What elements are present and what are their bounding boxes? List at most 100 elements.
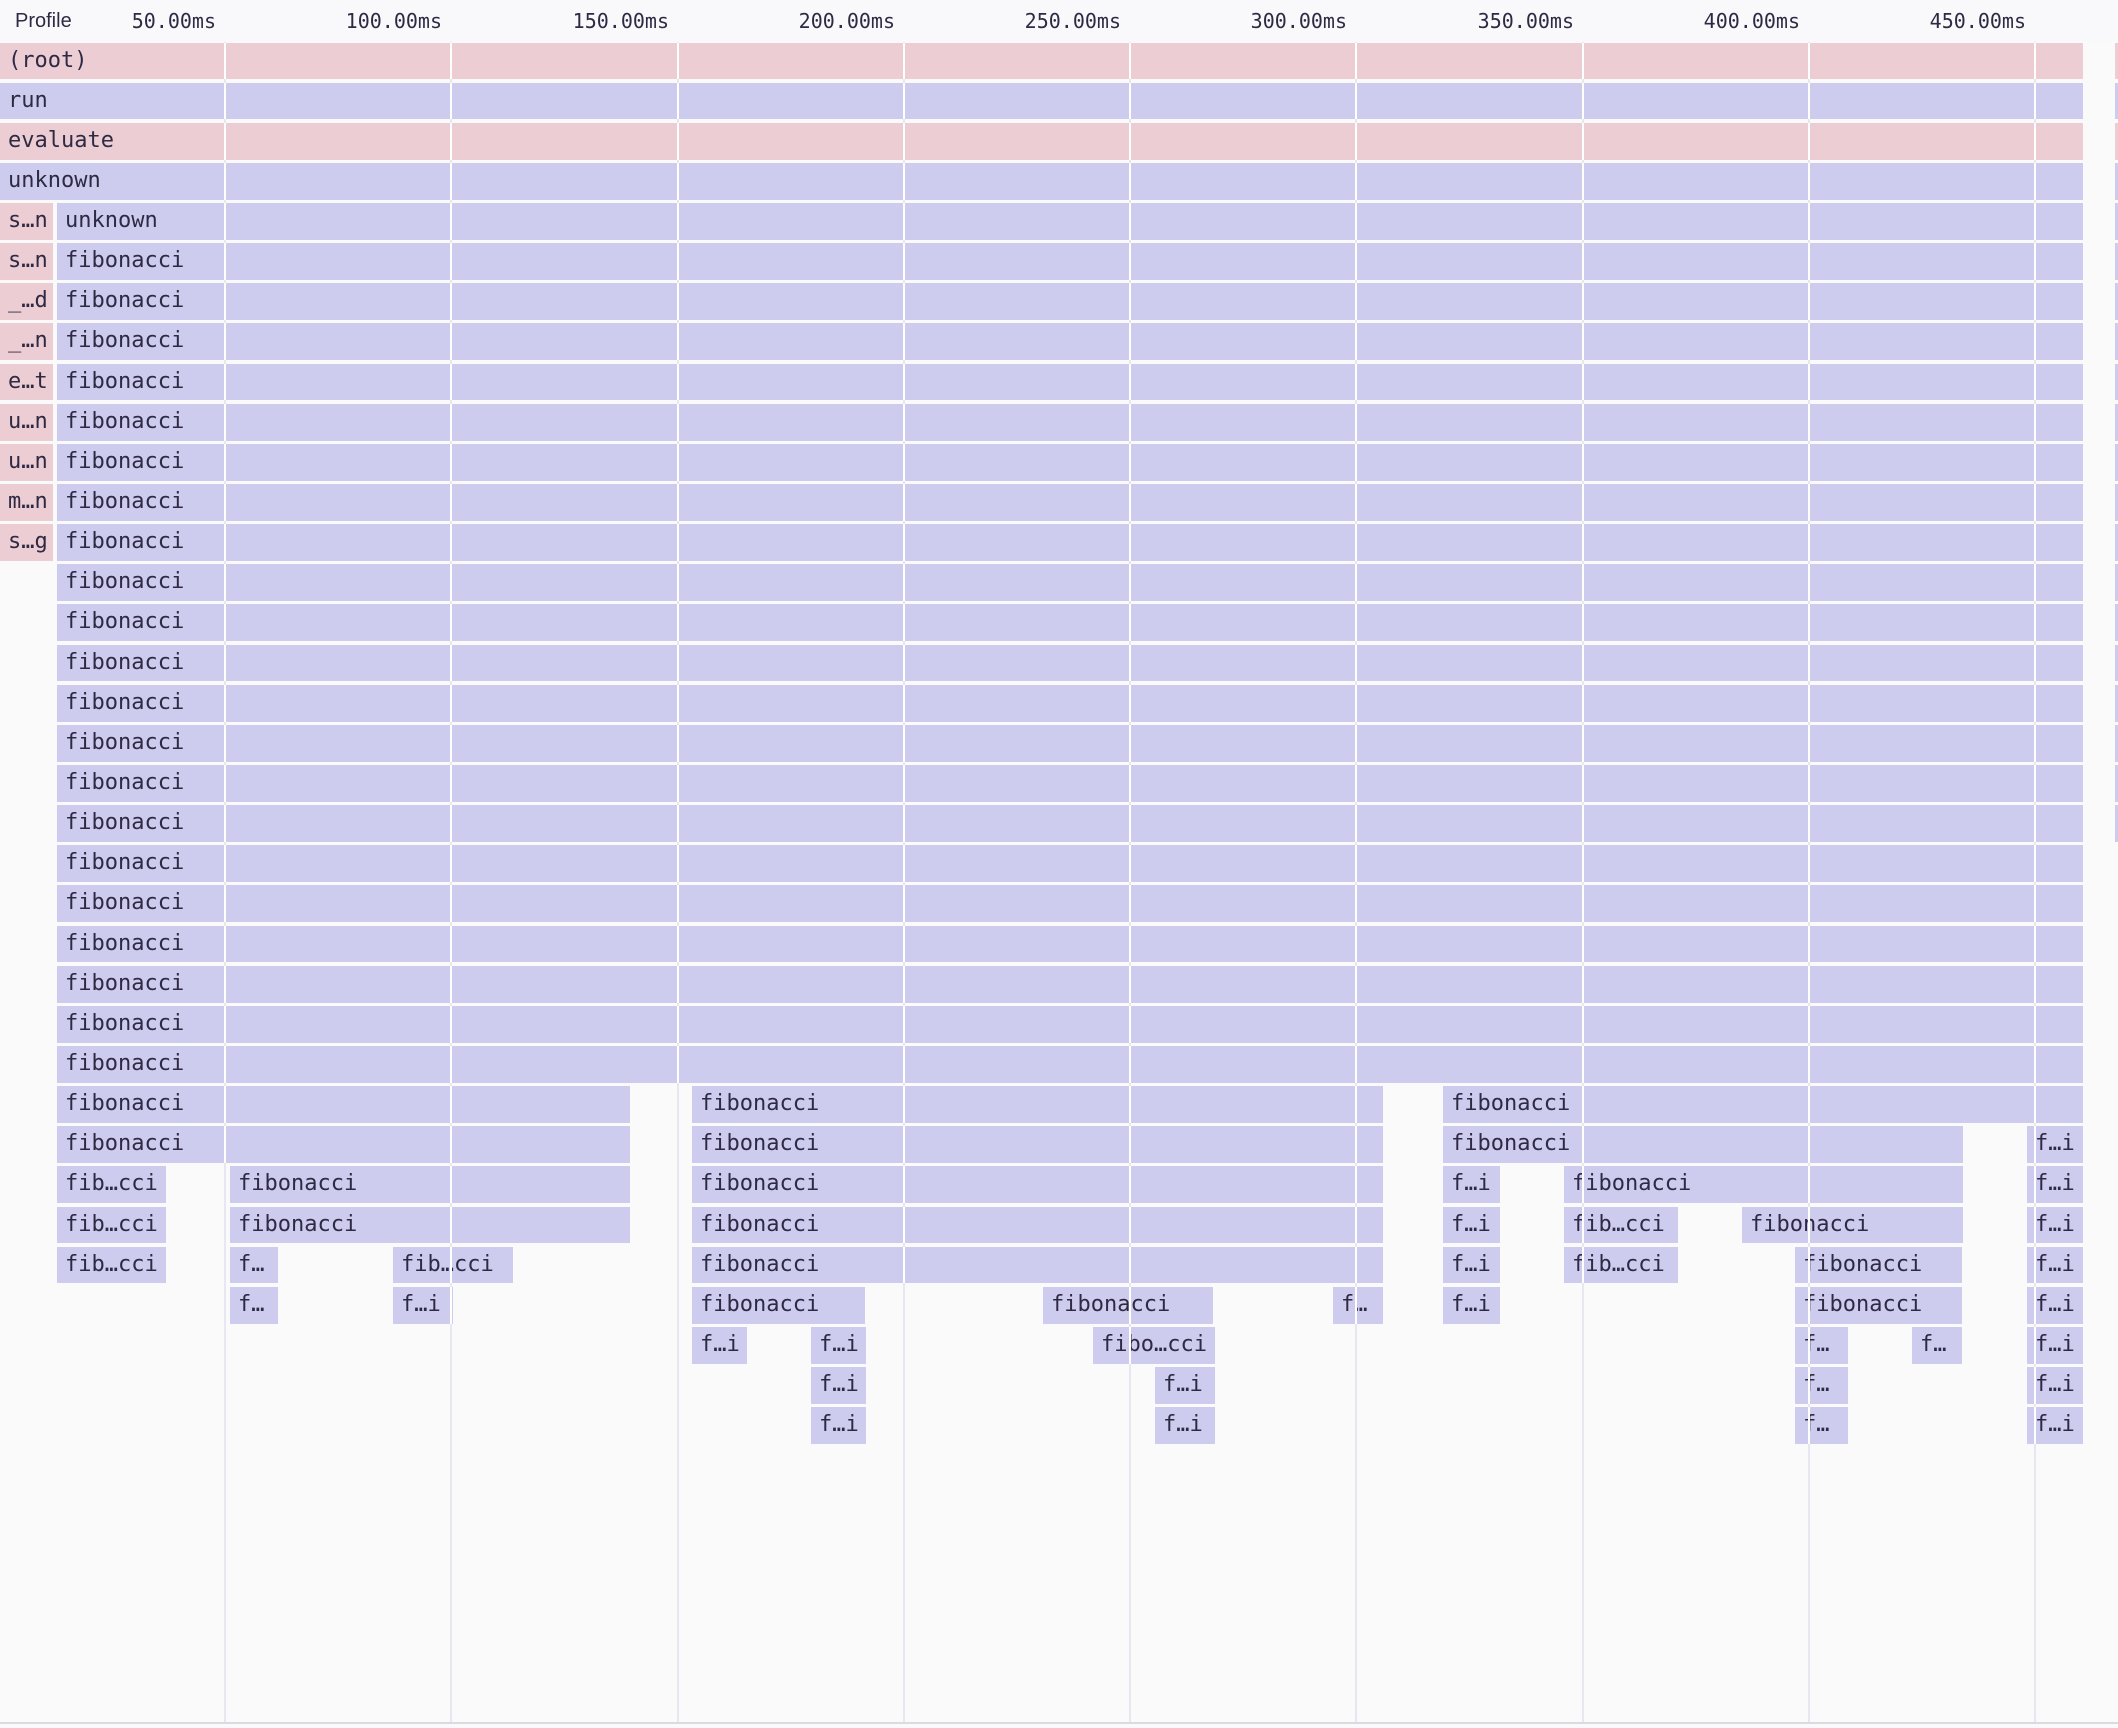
flame-block[interactable]: f…	[1795, 1327, 1848, 1364]
flame-block[interactable]: m…n	[0, 484, 53, 521]
flame-block[interactable]: u…n	[0, 404, 53, 441]
flame-block[interactable]: f…i	[1155, 1367, 1215, 1404]
flame-block[interactable]: fibonacci	[57, 243, 2083, 280]
flame-block[interactable]: fibonacci	[57, 845, 2083, 882]
gridline-overlay	[1355, 1207, 1357, 1244]
flame-block[interactable]: fibonacci	[57, 1046, 2083, 1083]
gridline-overlay	[2034, 364, 2036, 401]
flame-chart[interactable]: Profile 50.00ms100.00ms150.00ms200.00ms2…	[0, 0, 2118, 1728]
flame-block[interactable]: fibonacci	[1443, 1126, 1963, 1163]
gridline-overlay	[1808, 243, 1810, 280]
gridline-overlay	[1129, 885, 1131, 922]
flame-block[interactable]: f…i	[811, 1407, 866, 1444]
gridline-overlay	[1808, 1367, 1810, 1404]
gridline-overlay	[903, 1046, 905, 1083]
flame-block[interactable]: fibonacci	[57, 885, 2083, 922]
flame-block[interactable]: fibonacci	[57, 524, 2083, 561]
flame-block[interactable]: _…d	[0, 283, 53, 320]
flame-block[interactable]: u…n	[0, 444, 53, 481]
flame-block[interactable]: f…i	[1443, 1287, 1500, 1324]
flame-block[interactable]: fibonacci	[57, 1126, 630, 1163]
flame-block[interactable]: f…	[1795, 1407, 1848, 1444]
flame-block[interactable]: fibonacci	[57, 966, 2083, 1003]
flame-block[interactable]: fibonacci	[1795, 1287, 1962, 1324]
flame-block[interactable]: fibonacci	[57, 484, 2083, 521]
flame-block[interactable]: fibonacci	[692, 1166, 1383, 1203]
flame-block[interactable]: fibonacci	[57, 444, 2083, 481]
flame-block[interactable]: f…	[230, 1247, 278, 1284]
gridline-overlay	[1355, 1046, 1357, 1083]
flame-block[interactable]: fibonacci	[57, 1006, 2083, 1043]
flame-block[interactable]: fibonacci	[230, 1166, 630, 1203]
flame-block[interactable]: fib…cci	[393, 1247, 513, 1284]
flame-block[interactable]: fibonacci	[57, 685, 2083, 722]
gridline-overlay	[2034, 123, 2036, 160]
gridline-overlay	[903, 444, 905, 481]
flame-block[interactable]: unknown	[0, 163, 2083, 200]
flame-block[interactable]: evaluate	[0, 123, 2083, 160]
flame-block[interactable]: fib…cci	[57, 1166, 166, 1203]
flame-block[interactable]: e…t	[0, 364, 53, 401]
gridline-overlay	[224, 685, 226, 722]
flame-block[interactable]: f…	[230, 1287, 278, 1324]
flame-block[interactable]: f…i	[393, 1287, 453, 1324]
gridline-overlay	[677, 283, 679, 320]
flame-block[interactable]: fibonacci	[692, 1247, 1383, 1284]
flame-block[interactable]: f…i	[1443, 1247, 1500, 1284]
flame-block[interactable]: fibo…cci	[1093, 1327, 1215, 1364]
flame-block[interactable]: run	[0, 83, 2083, 120]
flame-block[interactable]: fibonacci	[57, 725, 2083, 762]
gridline-overlay	[1129, 1006, 1131, 1043]
flame-block[interactable]: fibonacci	[1742, 1207, 1963, 1244]
flame-block[interactable]: fib…cci	[57, 1207, 166, 1244]
profile-title: Profile	[15, 0, 72, 42]
flame-block[interactable]: f…i	[1443, 1166, 1500, 1203]
flame-block[interactable]: s…g	[0, 524, 53, 561]
gridline-overlay	[1582, 123, 1584, 160]
flame-block[interactable]: fibonacci	[57, 364, 2083, 401]
flame-block[interactable]: fibonacci	[57, 283, 2083, 320]
flame-block[interactable]: fibonacci	[57, 564, 2083, 601]
flame-block[interactable]: fibonacci	[57, 1086, 630, 1123]
gridline-overlay	[224, 524, 226, 561]
gridline-overlay	[1355, 1086, 1357, 1123]
gridline-overlay	[1808, 203, 1810, 240]
flame-block[interactable]: fibonacci	[57, 645, 2083, 682]
flame-block[interactable]: fibonacci	[57, 323, 2083, 360]
flame-block[interactable]: (root)	[0, 43, 2083, 80]
flame-block[interactable]: f…	[1912, 1327, 1962, 1364]
flame-block[interactable]: fibonacci	[692, 1207, 1383, 1244]
flame-block[interactable]: fibonacci	[57, 604, 2083, 641]
flame-block[interactable]: fibonacci	[1043, 1287, 1213, 1324]
flame-block[interactable]: fibonacci	[692, 1126, 1383, 1163]
flame-block[interactable]: fibonacci	[1564, 1166, 1963, 1203]
gridline-overlay	[2034, 926, 2036, 963]
flame-block[interactable]: fib…cci	[57, 1247, 166, 1284]
flame-block[interactable]: f…i	[1443, 1207, 1500, 1244]
flame-block[interactable]: f…	[1795, 1367, 1848, 1404]
gridline-overlay	[1808, 1327, 1810, 1364]
flame-block[interactable]: fibonacci	[230, 1207, 630, 1244]
flame-block[interactable]: fibonacci	[57, 765, 2083, 802]
flame-block[interactable]: s…n	[0, 203, 53, 240]
flame-block[interactable]: f…i	[692, 1327, 747, 1364]
gridline-overlay	[1808, 604, 1810, 641]
flame-block[interactable]: s…n	[0, 243, 53, 280]
gridline-overlay	[903, 564, 905, 601]
flame-block[interactable]: f…i	[1155, 1407, 1215, 1444]
flame-block[interactable]: fibonacci	[1443, 1086, 2083, 1123]
flame-block[interactable]: fibonacci	[692, 1287, 865, 1324]
gridline-overlay	[903, 524, 905, 561]
flame-block[interactable]: fibonacci	[1795, 1247, 1962, 1284]
flame-block[interactable]: fibonacci	[57, 926, 2083, 963]
flame-block[interactable]: f…i	[811, 1367, 866, 1404]
flame-block[interactable]: _…n	[0, 323, 53, 360]
flame-block[interactable]: unknown	[57, 203, 2083, 240]
flame-block[interactable]: f…	[1333, 1287, 1383, 1324]
flame-block[interactable]: fibonacci	[692, 1086, 1383, 1123]
flame-block[interactable]: fibonacci	[57, 805, 2083, 842]
bottom-divider	[0, 1722, 2118, 1724]
flame-block[interactable]: f…i	[811, 1327, 866, 1364]
flame-block[interactable]: fibonacci	[57, 404, 2083, 441]
gridline-overlay	[450, 243, 452, 280]
